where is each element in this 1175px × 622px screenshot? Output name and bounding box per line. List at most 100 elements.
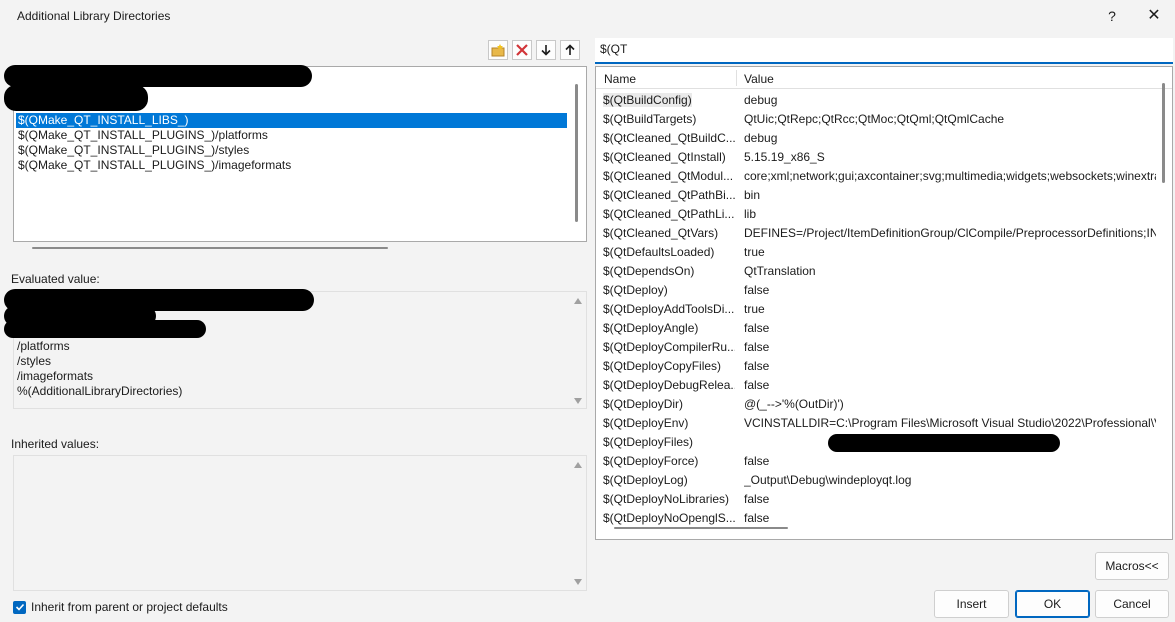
macro-value: false (744, 454, 770, 468)
close-button[interactable]: ✕ (1142, 4, 1166, 28)
macro-value: false (744, 321, 770, 335)
macro-search-box[interactable] (595, 38, 1173, 64)
evaluated-value-box: /platforms /styles /imageformats %(Addit… (4, 289, 587, 409)
macro-name-text: $(QtCleaned_QtBuildC... (603, 131, 735, 145)
table-row[interactable]: $(QtDeployForce) false (596, 452, 1156, 471)
macro-value: false (744, 283, 770, 297)
table-row[interactable]: $(QtDeployLog) _Output\Debug\windeployqt.… (596, 471, 1156, 490)
macro-value: DEFINES=/Project/ItemDefinitionGroup/ClC… (744, 226, 1156, 240)
macro-value: false (744, 492, 770, 506)
horizontal-scrollbar[interactable] (614, 527, 788, 529)
table-row[interactable]: $(QtDeployCopyFiles) false (596, 357, 1156, 376)
title-bar: Additional Library Directories ? ✕ (0, 0, 1175, 32)
table-row[interactable]: $(QtDeployNoOpenglS... false (596, 509, 1156, 528)
vertical-scrollbar[interactable] (1162, 83, 1165, 183)
macro-name-text: $(QtDefaultsLoaded) (603, 245, 715, 259)
macro-value: false (744, 511, 770, 525)
ok-button[interactable]: OK (1015, 590, 1090, 618)
directory-list[interactable]: $(QMake_QT_INSTALL_LIBS_) $(QMake_QT_INS… (4, 65, 587, 249)
macro-value: true (744, 245, 765, 259)
table-row[interactable]: $(QtBuildTargets) QtUic;QtRepc;QtRcc;QtMo… (596, 110, 1156, 129)
inherit-label: Inherit from parent or project defaults (31, 600, 228, 614)
new-line-button[interactable] (488, 40, 508, 60)
list-item[interactable]: $(QMake_QT_INSTALL_PLUGINS_)/imageformat… (16, 158, 291, 173)
list-item[interactable]: $(QMake_QT_INSTALL_PLUGINS_)/platforms (16, 128, 268, 143)
scroll-down-arrow[interactable] (574, 579, 582, 585)
table-row[interactable]: $(QtDependsOn) QtTranslation (596, 262, 1156, 281)
table-row[interactable]: $(QtDeploy) false (596, 281, 1156, 300)
delete-button[interactable] (512, 40, 532, 60)
macro-value: 5.15.19_x86_S (744, 150, 825, 164)
macro-name-text: $(QtDeployEnv) (603, 416, 689, 430)
macro-name: $(QtDeployAddToolsDi... (603, 300, 735, 319)
macro-name-text: $(QtDependsOn) (603, 264, 695, 278)
column-separator[interactable] (736, 70, 737, 86)
macro-value: bin (744, 188, 761, 202)
list-item[interactable]: $(QMake_QT_INSTALL_PLUGINS_)/styles (16, 143, 249, 158)
macro-name-text: $(QtDeployNoLibraries) (603, 492, 730, 506)
vertical-scrollbar[interactable] (575, 84, 578, 222)
cancel-button[interactable]: Cancel (1095, 590, 1169, 618)
macro-name-text: $(QtDeploy) (603, 283, 668, 297)
scroll-up-arrow[interactable] (574, 298, 582, 304)
inherited-values-box (13, 455, 587, 591)
table-row[interactable]: $(QtCleaned_QtVars) DEFINES=/Project/Item… (596, 224, 1156, 243)
macro-search-input[interactable] (595, 38, 1173, 60)
evaluated-label: Evaluated value: (11, 272, 100, 286)
list-item[interactable]: $(QMake_QT_INSTALL_LIBS_) (16, 113, 567, 128)
move-down-button[interactable] (536, 40, 556, 60)
column-header-name[interactable]: Name (604, 72, 636, 86)
macro-value: false (744, 378, 770, 392)
table-row[interactable]: $(QtDefaultsLoaded) true (596, 243, 1156, 262)
table-row[interactable]: $(QtCleaned_QtBuildC... debug (596, 129, 1156, 148)
insert-button[interactable]: Insert (934, 590, 1009, 618)
macro-name-text: $(QtDeployAddToolsDi... (603, 302, 735, 316)
macro-value: debug (744, 93, 778, 107)
inherited-label: Inherited values: (11, 437, 100, 451)
table-row[interactable]: $(QtDeployDebugRelea... false (596, 376, 1156, 395)
macro-name-text: $(QtDeployLog) (603, 473, 688, 487)
column-header-value[interactable]: Value (744, 72, 774, 86)
macro-name-text: $(QtBuildConfig) (603, 93, 692, 107)
table-row[interactable]: $(QtDeployCompilerRu... false (596, 338, 1156, 357)
evaluated-line: %(AdditionalLibraryDirectories) (17, 384, 183, 398)
macro-value: QtUic;QtRepc;QtRcc;QtMoc;QtQml;QtQmlCach… (744, 112, 1005, 126)
scroll-down-arrow[interactable] (574, 398, 582, 404)
macro-value: false (744, 340, 770, 354)
scroll-up-arrow[interactable] (574, 462, 582, 468)
table-row[interactable]: $(QtCleaned_QtPathLi... lib (596, 205, 1156, 224)
macro-name: $(QtCleaned_QtBuildC... (603, 129, 735, 148)
table-row[interactable]: $(QtDeployEnv) VCINSTALLDIR=C:\Program Fi… (596, 414, 1156, 433)
macro-name: $(QtDeployDebugRelea... (603, 376, 735, 395)
macro-name-text: $(QtCleaned_QtInstall) (603, 150, 726, 164)
macro-name: $(QtCleaned_QtModul... (603, 167, 735, 186)
arrow-down-icon (541, 45, 551, 56)
move-up-button[interactable] (560, 40, 580, 60)
table-row[interactable]: $(QtCleaned_QtPathBi... bin (596, 186, 1156, 205)
window-title: Additional Library Directories (17, 9, 171, 23)
macro-value: true (744, 302, 765, 316)
macro-name: $(QtDeployNoOpenglS... (603, 509, 735, 528)
macro-name-text: $(QtDeployCopyFiles) (603, 359, 722, 373)
macro-value: debug (744, 131, 778, 145)
macro-name: $(QtDeployForce) (603, 452, 735, 471)
macro-name: $(QtCleaned_QtPathBi... (603, 186, 735, 205)
inherit-checkbox-row[interactable]: Inherit from parent or project defaults (13, 600, 228, 614)
evaluated-line: /styles (17, 354, 52, 368)
macro-name: $(QtDeployFiles) (603, 433, 735, 452)
inherit-checkbox[interactable] (13, 600, 26, 614)
table-row[interactable]: $(QtDeployAddToolsDi... true (596, 300, 1156, 319)
macro-table[interactable]: Name Value $(QtBuildConfig) debug $(QtBuil… (595, 66, 1173, 540)
table-row[interactable]: $(QtDeployAngle) false (596, 319, 1156, 338)
macros-button[interactable]: Macros<< (1095, 552, 1169, 580)
table-row[interactable]: $(QtBuildConfig) debug (596, 91, 1156, 110)
macro-name: $(QtDeployDir) (603, 395, 735, 414)
table-row[interactable]: $(QtCleaned_QtModul... core;xml;network;g… (596, 167, 1156, 186)
table-row[interactable]: $(QtDeployNoLibraries) false (596, 490, 1156, 509)
macro-table-header: Name Value (596, 67, 1172, 89)
evaluated-line: /platforms (17, 339, 70, 353)
help-button[interactable]: ? (1100, 4, 1124, 28)
table-row[interactable]: $(QtDeployDir) @(_-->'%(OutDir)') (596, 395, 1156, 414)
horizontal-scrollbar[interactable] (32, 247, 388, 249)
table-row[interactable]: $(QtCleaned_QtInstall) 5.15.19_x86_S (596, 148, 1156, 167)
